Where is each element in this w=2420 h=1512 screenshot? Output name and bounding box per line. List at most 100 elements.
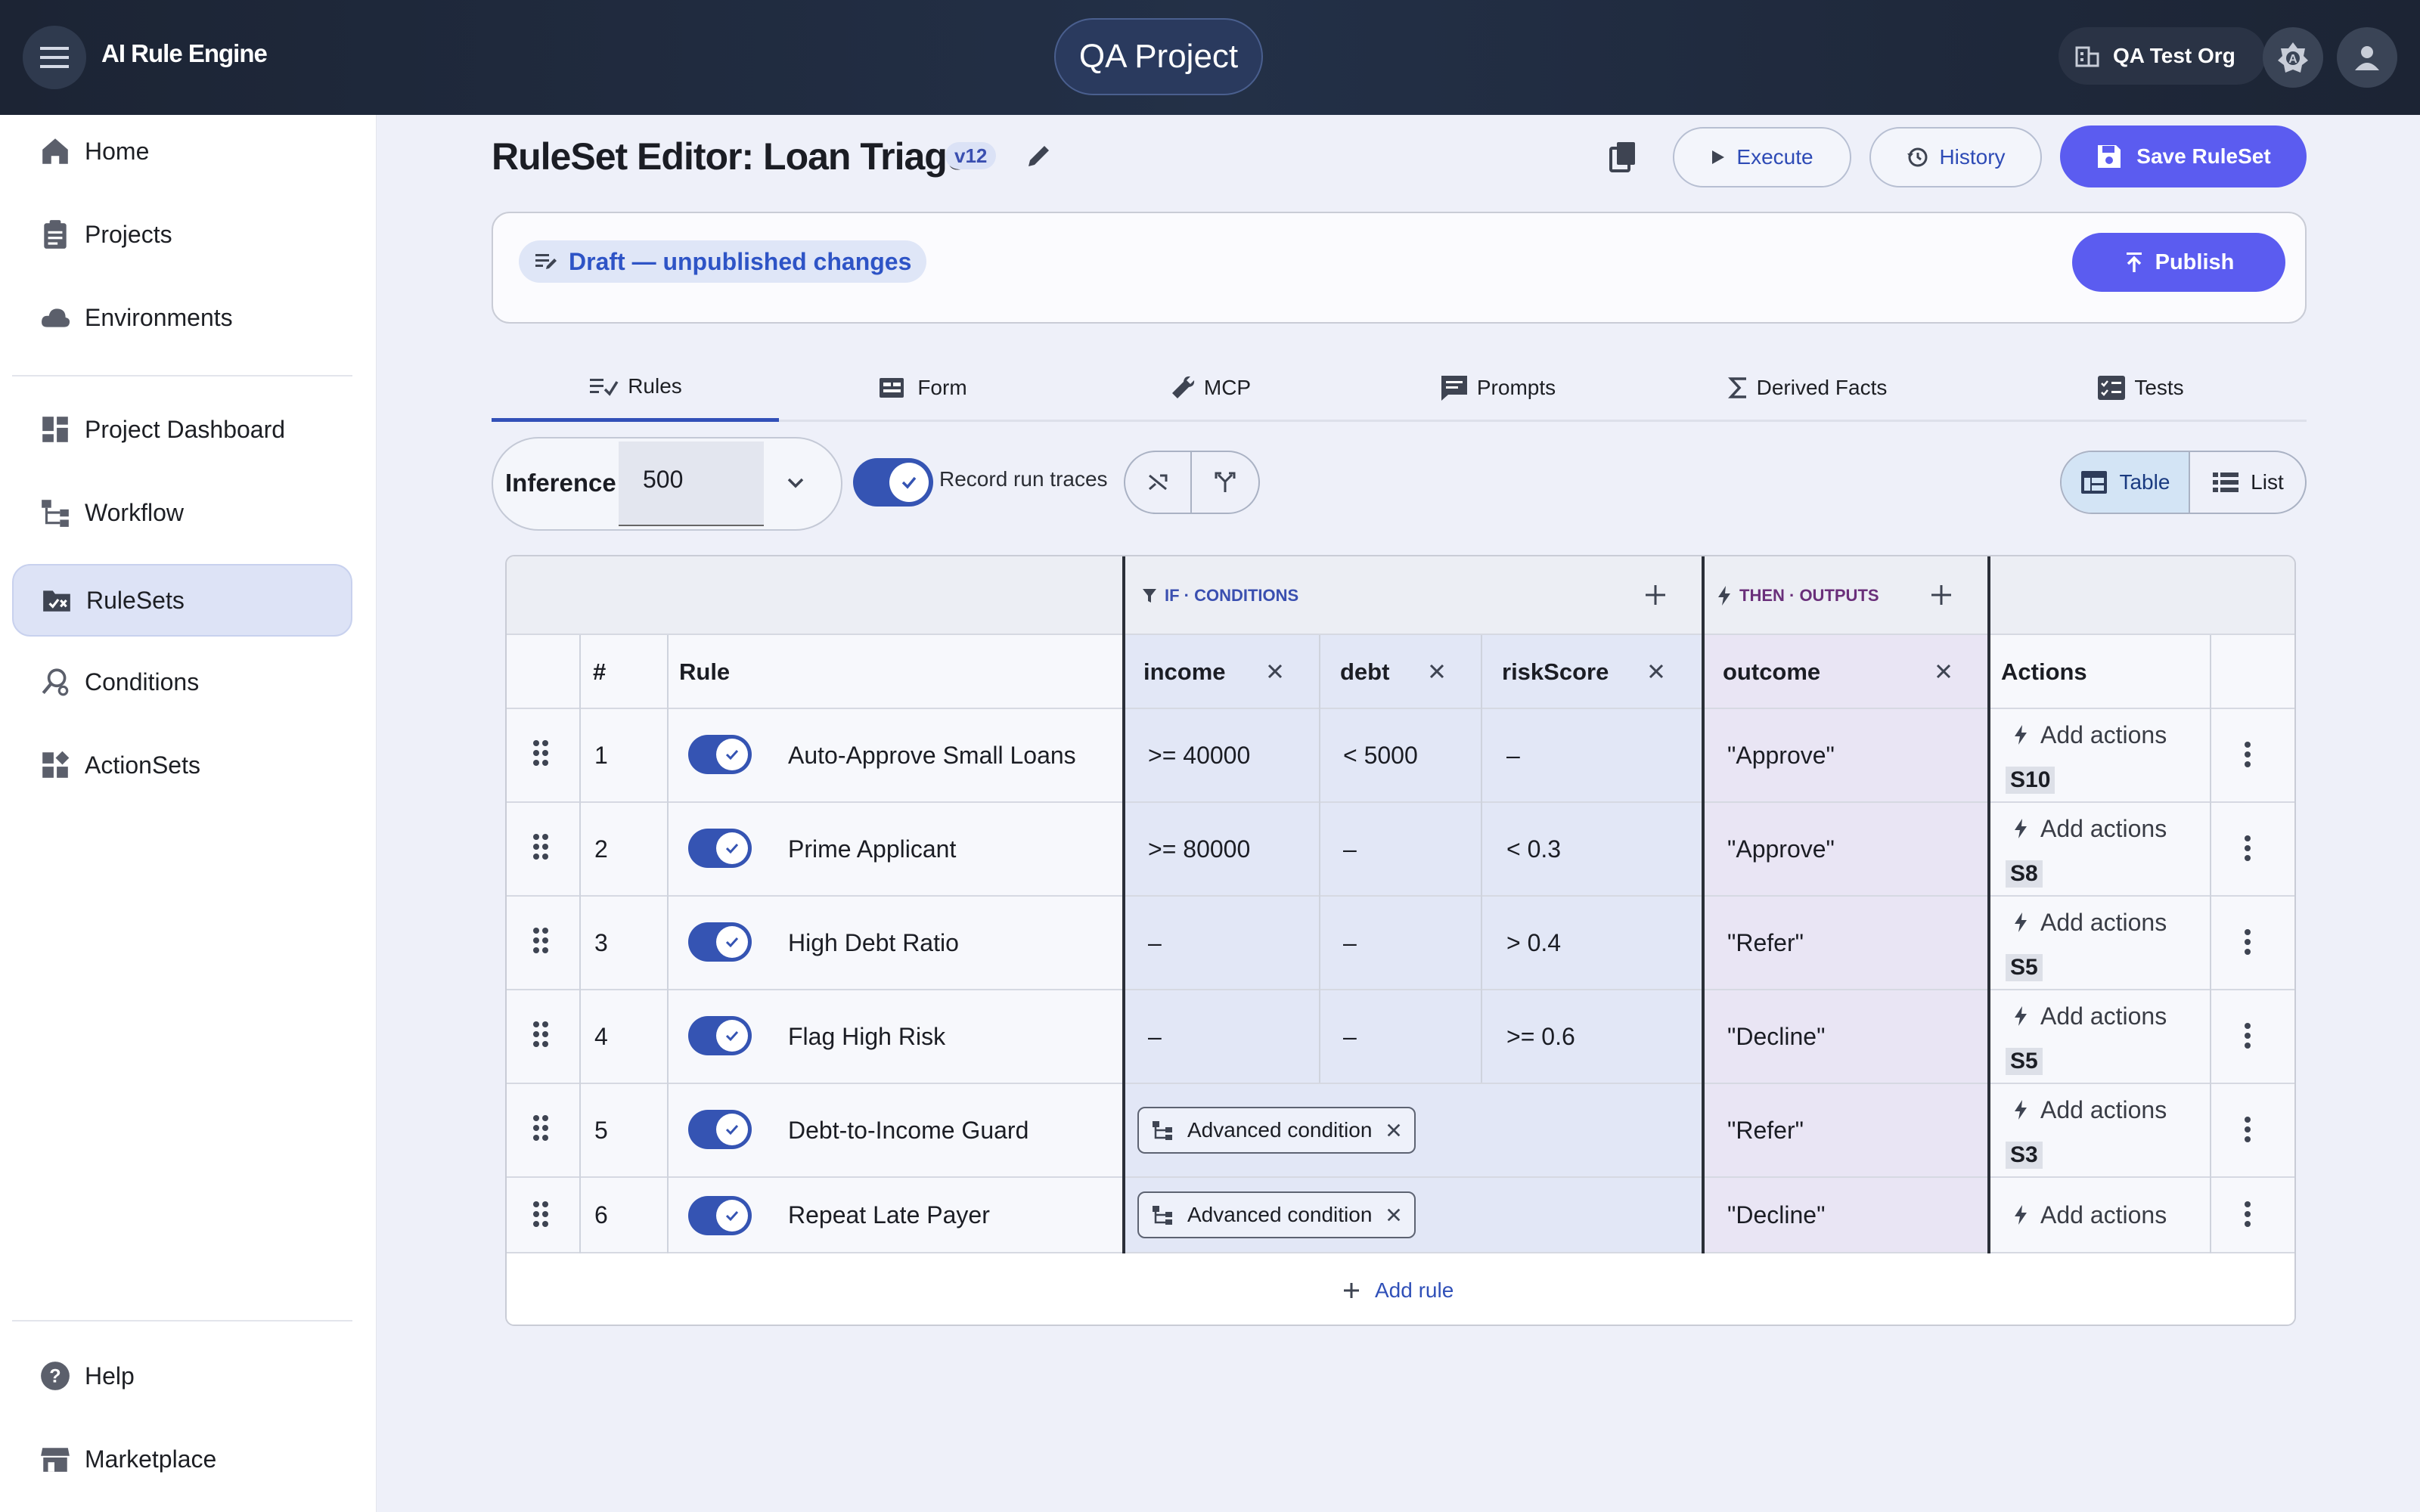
- history-button[interactable]: History: [1869, 127, 2042, 187]
- rule-enabled-toggle[interactable]: [688, 735, 752, 774]
- outcome-cell[interactable]: "Decline": [1727, 990, 1825, 1083]
- sidebar: Home Projects Environments Project Dashb…: [0, 115, 377, 1512]
- income-cell[interactable]: –: [1148, 990, 1162, 1083]
- rule-enabled-toggle[interactable]: [688, 1110, 752, 1149]
- drag-handle[interactable]: [532, 927, 549, 954]
- workflow-icon: [42, 500, 69, 527]
- outcome-cell[interactable]: "Refer": [1727, 1084, 1804, 1176]
- theme-button[interactable]: A: [2263, 27, 2323, 88]
- record-traces-toggle[interactable]: [853, 458, 933, 507]
- drag-handle[interactable]: [532, 1201, 549, 1228]
- execute-button[interactable]: Execute: [1673, 127, 1851, 187]
- account-button[interactable]: [2337, 27, 2397, 88]
- org-selector[interactable]: QA Test Org: [2059, 27, 2266, 85]
- advanced-condition-chip[interactable]: Advanced condition: [1137, 1191, 1416, 1238]
- inference-input[interactable]: 500: [619, 442, 764, 526]
- add-actions-button[interactable]: Add actions: [2013, 1001, 2167, 1031]
- income-cell[interactable]: >= 40000: [1148, 709, 1250, 801]
- shuffle-button[interactable]: [1125, 452, 1192, 513]
- riskscore-cell[interactable]: < 0.3: [1506, 803, 1561, 895]
- rule-name[interactable]: Prime Applicant: [788, 803, 956, 895]
- rule-name[interactable]: Auto-Approve Small Loans: [788, 709, 1076, 801]
- rule-name[interactable]: Repeat Late Payer: [788, 1178, 990, 1252]
- view-list-button[interactable]: List: [2190, 452, 2305, 513]
- sidebar-item-workflow[interactable]: Workflow: [12, 476, 352, 549]
- add-rule-button[interactable]: Add rule: [1342, 1253, 1454, 1325]
- close-icon[interactable]: [1385, 1122, 1402, 1139]
- rule-enabled-toggle[interactable]: [688, 829, 752, 868]
- outcome-cell[interactable]: "Approve": [1727, 709, 1835, 801]
- sidebar-item-conditions[interactable]: Conditions: [12, 646, 352, 718]
- rule-enabled-toggle[interactable]: [688, 1196, 752, 1235]
- save-ruleset-button[interactable]: Save RuleSet: [2060, 125, 2307, 187]
- tab-derived-facts[interactable]: Derived Facts: [1641, 354, 1974, 422]
- row-menu-button[interactable]: [2243, 1116, 2252, 1143]
- rule-name[interactable]: High Debt Ratio: [788, 897, 959, 989]
- drag-handle[interactable]: [532, 1114, 549, 1142]
- rule-name[interactable]: Debt-to-Income Guard: [788, 1084, 1028, 1176]
- add-actions-button[interactable]: Add actions: [2013, 1095, 2167, 1125]
- copy-button[interactable]: [1608, 141, 1638, 174]
- remove-outcome-column-button[interactable]: [1934, 662, 1953, 680]
- rule-enabled-toggle[interactable]: [688, 922, 752, 962]
- add-actions-label: Add actions: [2040, 1201, 2167, 1228]
- remove-income-column-button[interactable]: [1266, 662, 1284, 680]
- add-actions-button[interactable]: Add actions: [2013, 1178, 2167, 1252]
- advanced-condition-chip[interactable]: Advanced condition: [1137, 1107, 1416, 1154]
- drag-handle[interactable]: [532, 739, 549, 767]
- score-badge: S8: [2006, 860, 2043, 888]
- add-actions-button[interactable]: Add actions: [2013, 720, 2167, 750]
- debt-cell[interactable]: –: [1343, 803, 1357, 895]
- inference-dropdown-button[interactable]: [785, 472, 806, 493]
- row-menu-button[interactable]: [2243, 1022, 2252, 1049]
- merge-button[interactable]: [1192, 452, 1258, 513]
- rule-enabled-toggle[interactable]: [688, 1016, 752, 1055]
- outcome-cell[interactable]: "Approve": [1727, 803, 1835, 895]
- sidebar-item-home[interactable]: Home: [12, 115, 352, 187]
- tab-mcp[interactable]: MCP: [1066, 354, 1354, 422]
- add-actions-label: Add actions: [2040, 720, 2167, 748]
- row-menu-button[interactable]: [2243, 928, 2252, 956]
- row-menu-button[interactable]: [2243, 1201, 2252, 1228]
- edit-title-button[interactable]: [1024, 141, 1054, 171]
- row-menu-button[interactable]: [2243, 741, 2252, 768]
- income-cell[interactable]: –: [1148, 897, 1162, 989]
- add-condition-button[interactable]: [1643, 582, 1668, 608]
- publish-button[interactable]: Publish: [2072, 233, 2285, 292]
- row-menu-button[interactable]: [2243, 835, 2252, 862]
- sidebar-item-actionsets[interactable]: ActionSets: [12, 729, 352, 801]
- add-output-button[interactable]: [1928, 582, 1954, 608]
- sidebar-item-help[interactable]: ? Help: [12, 1340, 352, 1412]
- tab-prompts[interactable]: Prompts: [1354, 354, 1641, 422]
- sidebar-item-environments[interactable]: Environments: [12, 281, 352, 354]
- add-actions-button[interactable]: Add actions: [2013, 813, 2167, 844]
- close-icon: [1267, 664, 1283, 679]
- sidebar-item-marketplace[interactable]: Marketplace: [12, 1423, 352, 1495]
- debt-cell[interactable]: –: [1343, 897, 1357, 989]
- sidebar-item-rulesets[interactable]: RuleSets: [12, 564, 352, 637]
- tab-tests[interactable]: Tests: [1974, 354, 2307, 422]
- close-icon: [1649, 664, 1664, 679]
- income-cell[interactable]: >= 80000: [1148, 803, 1250, 895]
- remove-debt-column-button[interactable]: [1428, 662, 1446, 680]
- riskscore-cell[interactable]: –: [1506, 709, 1520, 801]
- tab-form[interactable]: Form: [779, 354, 1066, 422]
- add-actions-button[interactable]: Add actions: [2013, 907, 2167, 937]
- outcome-cell[interactable]: "Refer": [1727, 897, 1804, 989]
- outcome-cell[interactable]: "Decline": [1727, 1178, 1825, 1252]
- drag-handle[interactable]: [532, 833, 549, 860]
- view-table-button[interactable]: Table: [2062, 452, 2190, 513]
- menu-button[interactable]: [23, 26, 86, 89]
- remove-riskscore-column-button[interactable]: [1647, 662, 1665, 680]
- tab-rules[interactable]: Rules: [492, 354, 779, 422]
- sidebar-item-projects[interactable]: Projects: [12, 198, 352, 271]
- riskscore-cell[interactable]: >= 0.6: [1506, 990, 1575, 1083]
- project-selector[interactable]: QA Project: [1054, 18, 1263, 95]
- debt-cell[interactable]: –: [1343, 990, 1357, 1083]
- close-icon[interactable]: [1385, 1207, 1402, 1223]
- rule-name[interactable]: Flag High Risk: [788, 990, 945, 1083]
- drag-handle[interactable]: [532, 1021, 549, 1048]
- debt-cell[interactable]: < 5000: [1343, 709, 1418, 801]
- sidebar-item-project-dashboard[interactable]: Project Dashboard: [12, 393, 352, 466]
- riskscore-cell[interactable]: > 0.4: [1506, 897, 1561, 989]
